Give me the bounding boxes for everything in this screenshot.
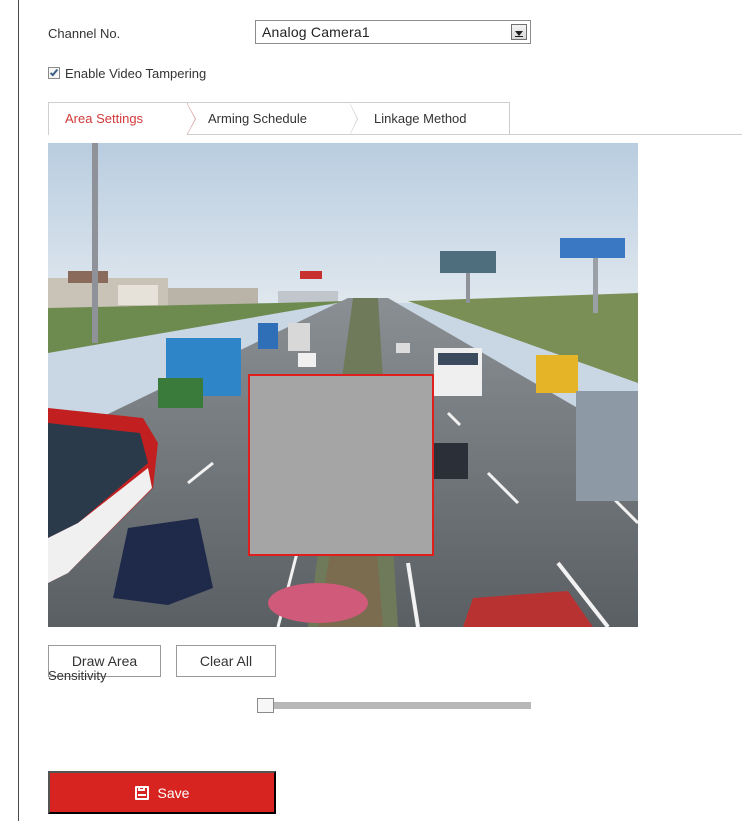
channel-select[interactable]: Analog Camera1 [255, 20, 531, 44]
sensitivity-slider-handle[interactable] [257, 698, 274, 713]
save-button-label: Save [157, 784, 190, 801]
chevron-down-icon[interactable] [511, 24, 527, 40]
tab-arming-schedule[interactable]: Arming Schedule [188, 102, 358, 135]
video-preview[interactable] [48, 143, 638, 627]
channel-select-value: Analog Camera1 [262, 24, 370, 40]
floppy-disk-icon [134, 785, 149, 800]
tab-linkage-method-label: Linkage Method [374, 111, 467, 126]
tab-bar: Area Settings Arming Schedule Linkage Me… [48, 102, 742, 135]
enable-tampering-checkbox[interactable] [48, 67, 60, 79]
channel-row: Channel No. [48, 22, 120, 44]
tamper-detection-area[interactable] [248, 374, 434, 556]
checkmark-icon [49, 67, 59, 77]
channel-label: Channel No. [48, 25, 121, 41]
tab-linkage-method[interactable]: Linkage Method [358, 102, 510, 135]
tab-arming-schedule-label: Arming Schedule [208, 111, 307, 126]
tab-area-settings[interactable]: Area Settings [48, 102, 196, 135]
enable-tampering-label: Enable Video Tampering [65, 65, 207, 81]
enable-tampering-row: Enable Video Tampering [48, 64, 206, 82]
save-button[interactable]: Save [48, 771, 276, 814]
sensitivity-label: Sensitivity [48, 668, 107, 683]
tab-area-settings-label: Area Settings [65, 111, 144, 126]
sensitivity-slider-track[interactable] [265, 702, 531, 709]
clear-all-button[interactable]: Clear All [176, 645, 276, 677]
